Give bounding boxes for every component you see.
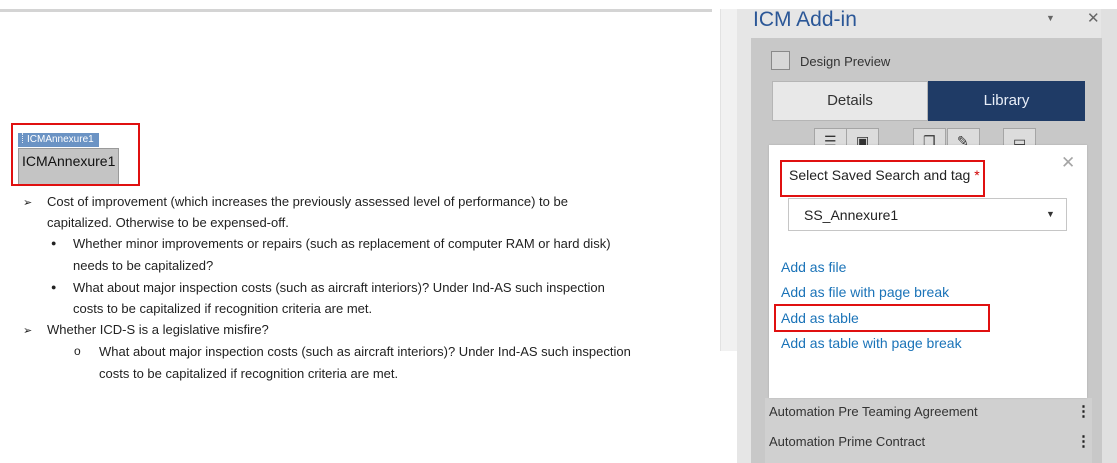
highlight-select-label bbox=[780, 160, 985, 197]
arrow-bullet-icon: ➢ bbox=[23, 197, 33, 209]
doc-line: capitalized. Otherwise to be expensed-of… bbox=[47, 215, 289, 230]
highlight-content-control bbox=[11, 123, 140, 186]
document-area[interactable] bbox=[0, 0, 720, 463]
dropdown-value: SS_Annexure1 bbox=[804, 207, 899, 223]
tab-library[interactable]: Library bbox=[928, 81, 1085, 121]
dialog-close-icon[interactable]: ✕ bbox=[1061, 153, 1075, 173]
tab-details[interactable]: Details bbox=[772, 81, 928, 121]
more-options-icon[interactable]: ⋮ bbox=[1076, 402, 1091, 420]
add-as-file-page-break-link[interactable]: Add as file with page break bbox=[781, 284, 949, 300]
more-options-icon[interactable]: ⋮ bbox=[1076, 432, 1091, 450]
doc-line: costs to be capitalized if recognition c… bbox=[99, 366, 399, 381]
pane-title: ICM Add-in bbox=[753, 8, 857, 31]
disc-bullet-icon: ● bbox=[51, 238, 57, 248]
highlight-add-as-table bbox=[774, 304, 990, 332]
add-as-file-link[interactable]: Add as file bbox=[781, 259, 846, 275]
doc-line: What about major inspection costs (such … bbox=[73, 280, 605, 295]
page-edge bbox=[0, 9, 712, 12]
doc-line: What about major inspection costs (such … bbox=[99, 344, 631, 359]
doc-line: Whether ICD-S is a legislative misfire? bbox=[47, 322, 269, 337]
document-scrollbar[interactable] bbox=[720, 9, 738, 351]
pane-scrollbar[interactable] bbox=[1101, 9, 1117, 463]
pane-close-icon[interactable]: ✕ bbox=[1087, 9, 1100, 27]
doc-line: Cost of improvement (which increases the… bbox=[47, 194, 568, 209]
arrow-bullet-icon: ➢ bbox=[23, 325, 33, 337]
saved-search-dropdown[interactable]: SS_Annexure1 ▼ bbox=[788, 198, 1067, 231]
pane-gutter bbox=[737, 9, 751, 463]
pane-options-chevron-icon[interactable]: ▼ bbox=[1046, 13, 1055, 23]
list-item[interactable]: Automation Pre Teaming Agreement bbox=[769, 404, 978, 419]
doc-line: costs to be capitalized if recognition c… bbox=[73, 301, 373, 316]
chevron-down-icon: ▼ bbox=[1046, 209, 1055, 219]
circle-bullet-icon: o bbox=[74, 344, 81, 358]
add-as-table-page-break-link[interactable]: Add as table with page break bbox=[781, 335, 962, 351]
doc-line: needs to be capitalized? bbox=[73, 258, 214, 273]
list-item[interactable]: Automation Prime Contract bbox=[769, 434, 925, 449]
disc-bullet-icon: ● bbox=[51, 282, 57, 292]
design-preview-checkbox[interactable] bbox=[771, 51, 790, 70]
doc-line: Whether minor improvements or repairs (s… bbox=[73, 236, 611, 251]
design-preview-label: Design Preview bbox=[800, 54, 891, 69]
